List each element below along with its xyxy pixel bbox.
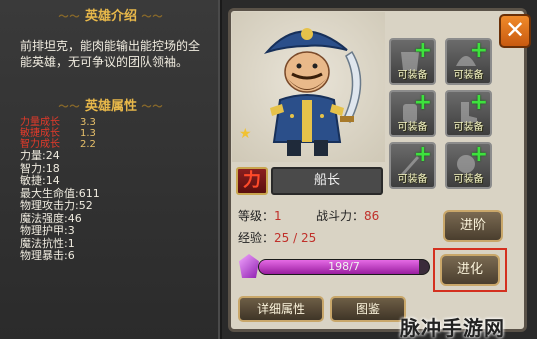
hero-name: 船长 <box>271 167 383 195</box>
equip-slot-1[interactable]: + 可装备 <box>389 38 436 85</box>
star-icon: ★ <box>239 126 252 142</box>
equip-slot-label: 可装备 <box>453 70 484 81</box>
attr-phys-crit: 物理暴击:6 <box>20 249 75 262</box>
evolve-button[interactable]: 进化 <box>440 254 500 286</box>
equip-slot-5[interactable]: + 可装备 <box>389 142 436 189</box>
equip-slot-6[interactable]: + 可装备 <box>445 142 492 189</box>
growth-strength: 力量成长 3.3 <box>20 117 96 128</box>
attr-phys-attack: 物理攻击力:52 <box>20 199 93 212</box>
details-button[interactable]: 详细属性 <box>238 296 324 322</box>
exp-stat: 经验：25 / 25 <box>238 231 317 245</box>
hero-intro-text: 前排坦克，能肉能输出能控场的全能英雄，无可争议的团队领袖。 <box>20 39 201 69</box>
plus-icon: + <box>469 38 488 63</box>
equip-slot-label: 可装备 <box>397 174 428 185</box>
equip-slot-2[interactable]: + 可装备 <box>445 38 492 85</box>
equip-slot-label: 可装备 <box>397 70 428 81</box>
power-stat: 战斗力：86 <box>316 209 380 223</box>
plus-icon: + <box>413 90 432 115</box>
plus-icon: + <box>413 142 432 167</box>
hero-info-panel: 〜〜 英雄介绍 〜〜 前排坦克，能肉能输出能控场的全能英雄，无可争议的团队领袖。… <box>0 0 222 339</box>
close-icon[interactable]: ✕ <box>499 14 531 48</box>
equip-slot-label: 可装备 <box>453 174 484 185</box>
site-watermark: 脉冲手游网 <box>400 316 505 339</box>
attr-agility: 敏捷:14 <box>20 174 60 187</box>
attr-strength: 力量:24 <box>20 149 60 162</box>
hero-portrait <box>232 12 385 162</box>
captain-portrait-icon <box>263 28 362 156</box>
hero-attributes-heading: 〜〜 英雄属性 〜〜 <box>58 99 164 114</box>
plus-icon: + <box>469 142 488 167</box>
plus-icon: + <box>413 38 432 63</box>
codex-button[interactable]: 图鉴 <box>330 296 406 322</box>
advance-button[interactable]: 进阶 <box>443 210 503 242</box>
strength-type-badge: 力 <box>236 167 268 195</box>
evolve-progress-text: 198/7 <box>328 260 360 273</box>
equip-slot-3[interactable]: + 可装备 <box>389 90 436 137</box>
equip-slot-4[interactable]: + 可装备 <box>445 90 492 137</box>
attr-phys-armor: 物理护甲:3 <box>20 224 75 237</box>
equip-slot-label: 可装备 <box>453 122 484 133</box>
attribute-list: 力量:24 智力:18 敏捷:14 最大生命值:611 物理攻击力:52 魔法强… <box>20 149 100 263</box>
equip-slot-label: 可装备 <box>397 122 428 133</box>
growth-agility: 敏捷成长 1.3 <box>20 128 96 139</box>
level-stat: 等级：1 <box>238 209 282 223</box>
plus-icon: + <box>469 90 488 115</box>
hero-intro-heading: 〜〜 英雄介绍 〜〜 <box>58 9 164 24</box>
